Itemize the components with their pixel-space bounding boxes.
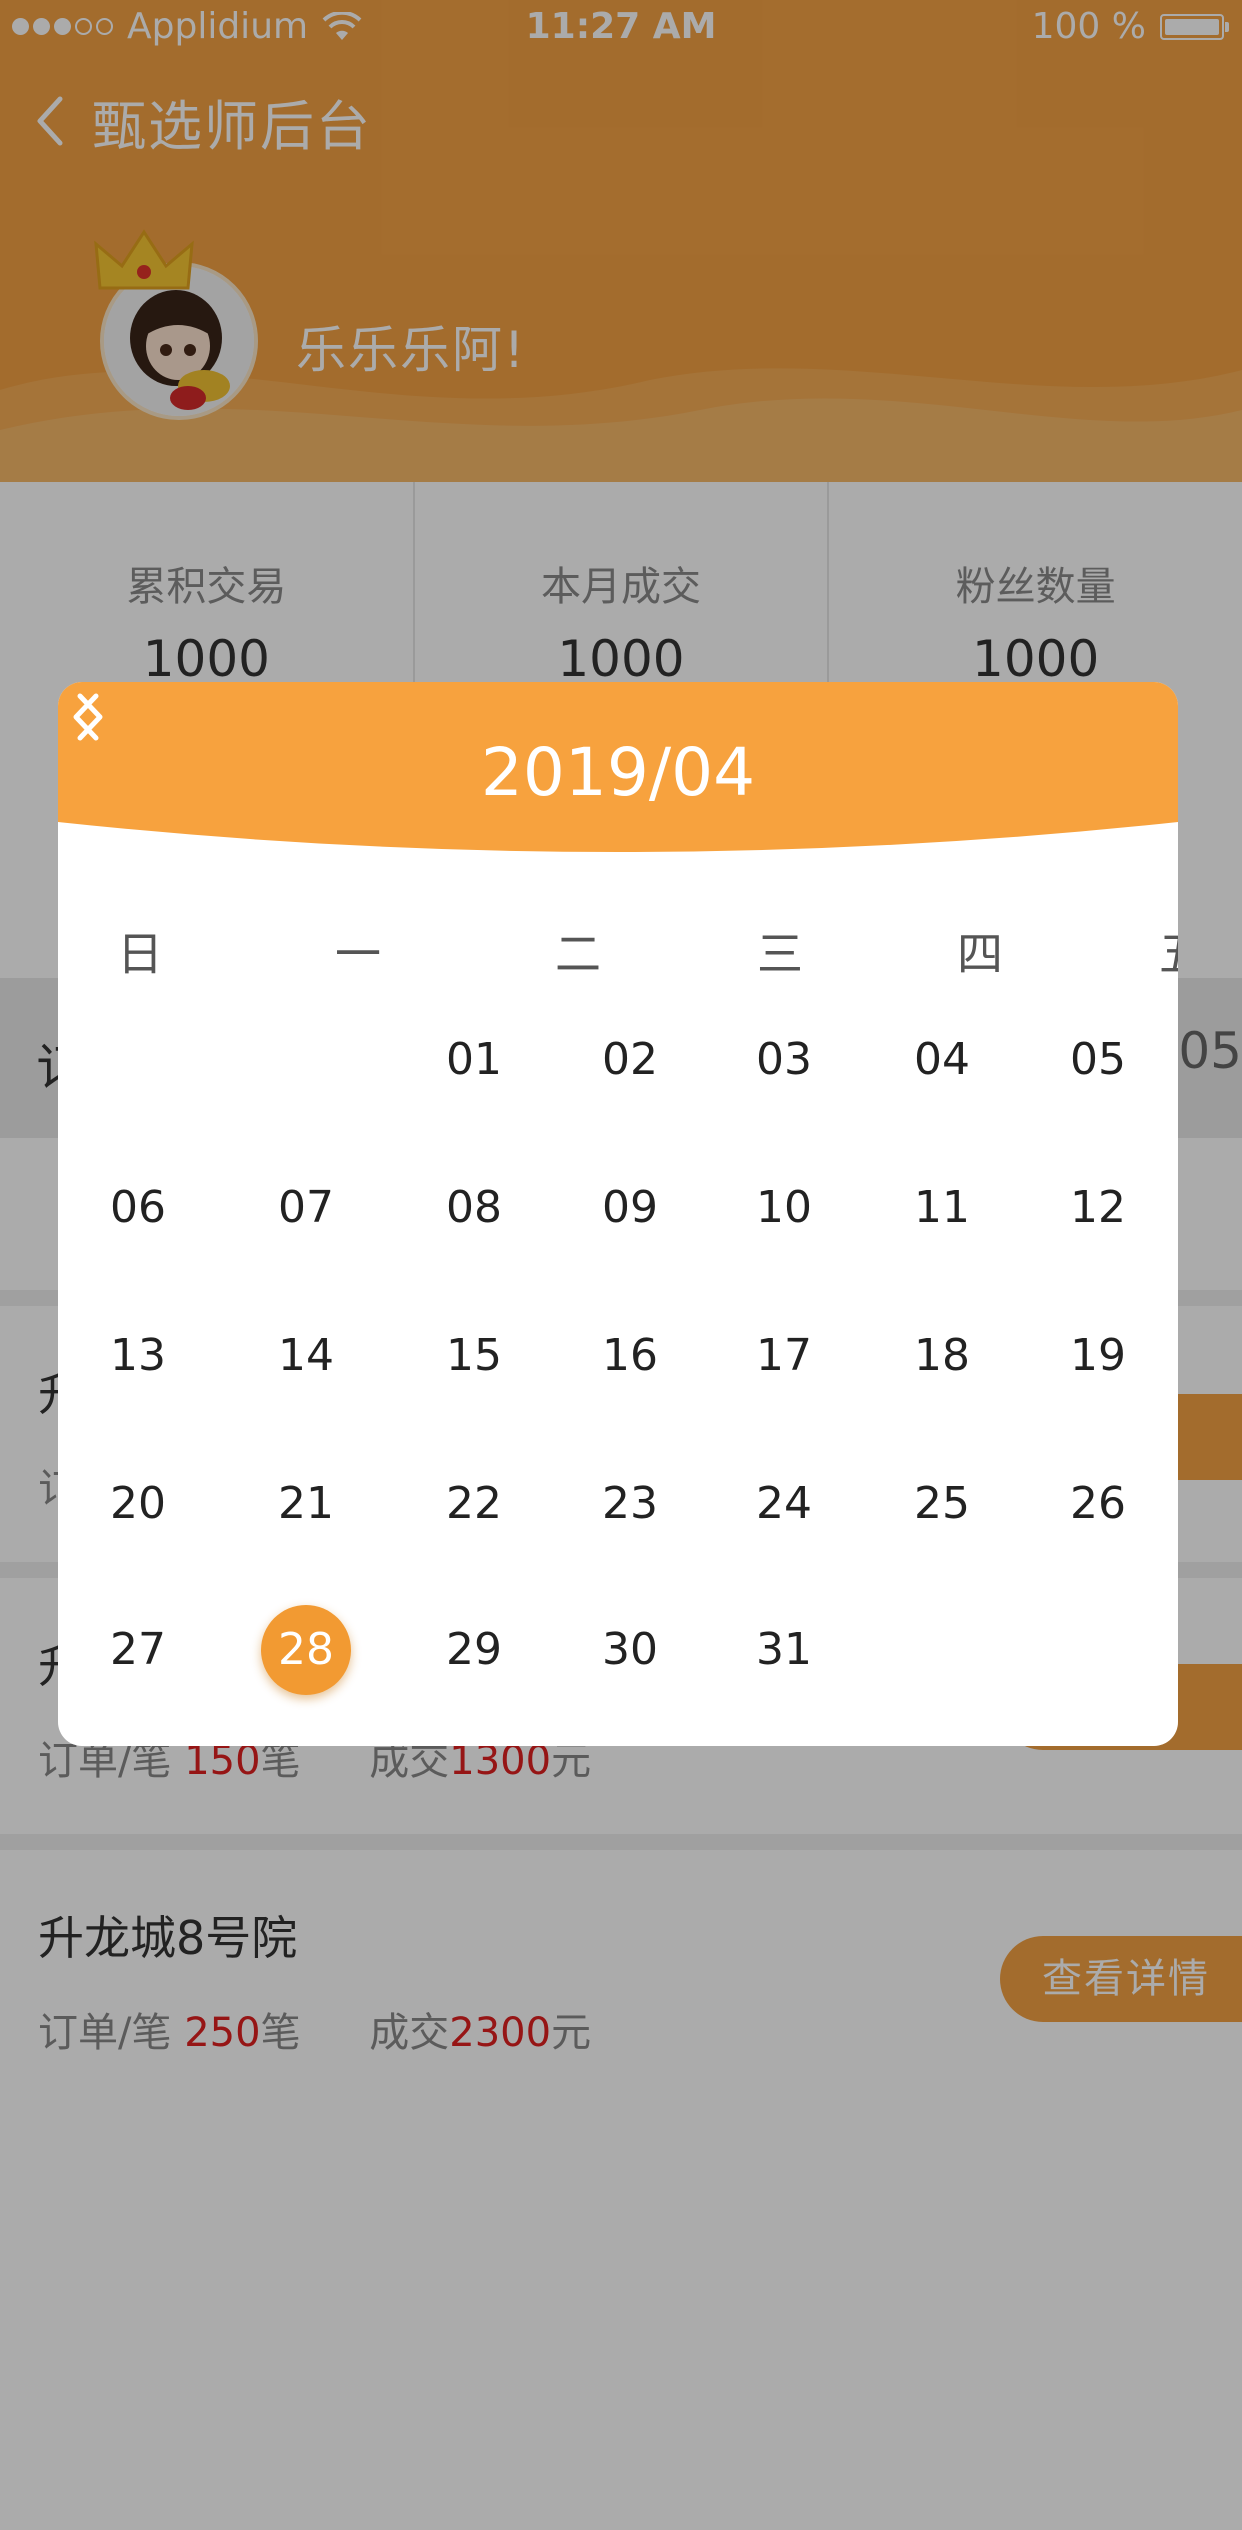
calendar-day[interactable]: 03 xyxy=(739,1015,829,1105)
weekday-label: 日 xyxy=(117,927,163,981)
calendar-day[interactable]: 09 xyxy=(585,1163,675,1253)
calendar-day[interactable]: 04 xyxy=(897,1015,987,1105)
calendar-day-selected[interactable]: 28 xyxy=(261,1605,351,1695)
weekday-label: 三 xyxy=(757,927,803,981)
calendar-day[interactable]: 06 xyxy=(93,1163,183,1253)
calendar-day[interactable]: 13 xyxy=(93,1311,183,1401)
calendar-day[interactable]: 16 xyxy=(585,1311,675,1401)
calendar-day[interactable]: 07 xyxy=(261,1163,351,1253)
calendar-month-title: 2019/04 xyxy=(480,734,756,811)
calendar-day[interactable]: 25 xyxy=(897,1459,987,1549)
calendar-day[interactable]: 01 xyxy=(429,1015,519,1105)
weekday-header: 日 一 二 三 四 五 xyxy=(58,918,1178,998)
calendar-day[interactable]: 31 xyxy=(739,1605,829,1695)
calendar-day[interactable]: 12 xyxy=(1053,1163,1143,1253)
calendar-day[interactable]: 05 xyxy=(1053,1015,1143,1105)
calendar-day[interactable]: 15 xyxy=(429,1311,519,1401)
calendar-day[interactable]: 27 xyxy=(93,1605,183,1695)
calendar-day[interactable]: 14 xyxy=(261,1311,351,1401)
next-month-icon[interactable] xyxy=(58,682,118,752)
calendar-day[interactable]: 19 xyxy=(1053,1311,1143,1401)
calendar-day[interactable]: 17 xyxy=(739,1311,829,1401)
calendar-day[interactable]: 02 xyxy=(585,1015,675,1105)
calendar-day[interactable]: 22 xyxy=(429,1459,519,1549)
calendar-header: 2019/04 xyxy=(58,682,1178,872)
calendar-day[interactable]: 18 xyxy=(897,1311,987,1401)
calendar-day[interactable]: 26 xyxy=(1053,1459,1143,1549)
calendar-day[interactable]: 23 xyxy=(585,1459,675,1549)
calendar-modal: 2019/04 日 一 二 三 四 五 01 02 03 04 05 06 07 08 09 10… xyxy=(58,682,1178,1746)
calendar-day[interactable]: 20 xyxy=(93,1459,183,1549)
calendar-day[interactable]: 24 xyxy=(739,1459,829,1549)
calendar-day[interactable]: 21 xyxy=(261,1459,351,1549)
weekday-label: 五 xyxy=(1159,918,1178,984)
weekday-label: 四 xyxy=(957,927,1003,981)
calendar-day[interactable]: 11 xyxy=(897,1163,987,1253)
calendar-day[interactable]: 08 xyxy=(429,1163,519,1253)
calendar-day[interactable]: 10 xyxy=(739,1163,829,1253)
weekday-label: 一 xyxy=(335,927,381,981)
calendar-day[interactable]: 29 xyxy=(429,1605,519,1695)
weekday-label: 二 xyxy=(555,927,601,981)
calendar-day[interactable]: 30 xyxy=(585,1605,675,1695)
